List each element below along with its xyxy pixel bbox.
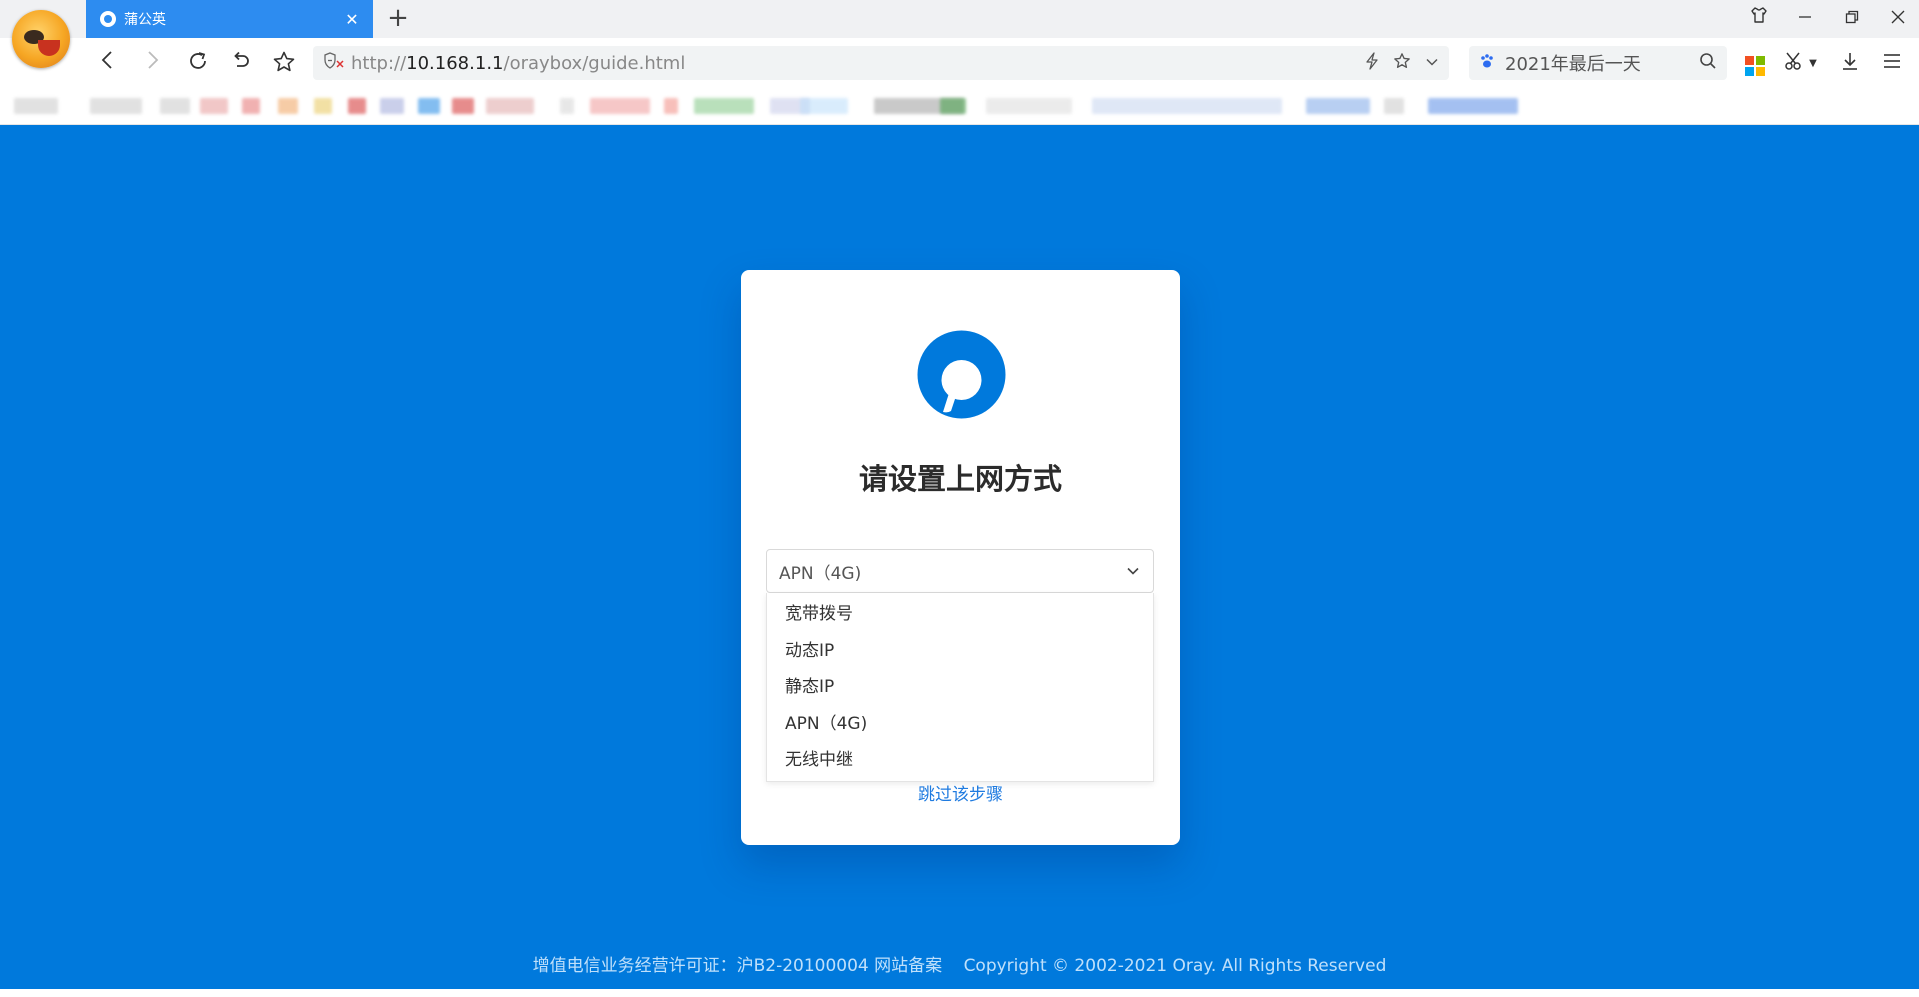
- option-apn-4g[interactable]: APN（4G): [767, 706, 1153, 743]
- bookmark-item[interactable]: [940, 98, 966, 114]
- bookmark-item[interactable]: [1384, 98, 1404, 114]
- bookmark-item[interactable]: [590, 98, 650, 114]
- lightning-icon[interactable]: [1365, 52, 1379, 74]
- scissors-dropdown-icon[interactable]: ▼: [1806, 50, 1820, 78]
- bookmark-item[interactable]: [560, 98, 574, 114]
- skip-step-link[interactable]: 跳过该步骤: [741, 780, 1180, 805]
- apps-grid-icon[interactable]: [1741, 50, 1769, 78]
- option-wireless-relay[interactable]: 无线中继: [767, 742, 1153, 779]
- bookmark-item[interactable]: [200, 98, 228, 114]
- option-pppoe[interactable]: 宽带拨号: [767, 596, 1153, 633]
- bookmark-item[interactable]: [1306, 98, 1370, 114]
- chevron-down-icon[interactable]: [1125, 563, 1141, 579]
- chevron-down-icon[interactable]: [1425, 54, 1439, 73]
- bookmark-item[interactable]: [14, 98, 58, 114]
- dandelion-favicon-icon: [100, 11, 116, 27]
- bookmark-star-button[interactable]: [270, 50, 298, 78]
- footer: 增值电信业务经营许可证：沪B2-20100004 网站备案 Copyright …: [0, 951, 1919, 976]
- bookmark-item[interactable]: [694, 98, 754, 114]
- bookmark-item[interactable]: [160, 98, 190, 114]
- minimize-button[interactable]: [1790, 6, 1820, 32]
- restore-button[interactable]: [1837, 6, 1867, 32]
- license-link[interactable]: 增值电信业务经营许可证：沪B2-20100004 网站备案: [533, 956, 943, 976]
- bookmark-item[interactable]: [314, 98, 332, 114]
- bookmark-item[interactable]: [664, 98, 678, 114]
- bookmark-item[interactable]: [278, 98, 298, 114]
- bookmark-item[interactable]: [1428, 98, 1518, 114]
- bookmark-item[interactable]: [486, 98, 534, 114]
- connection-type-dropdown: 宽带拨号 动态IP 静态IP APN（4G) 无线中继: [766, 593, 1154, 782]
- screenshot-scissors-icon[interactable]: [1780, 50, 1808, 78]
- bookmark-item[interactable]: [380, 98, 404, 114]
- address-bar[interactable]: http://10.168.1.1/oraybox/guide.html: [313, 46, 1449, 80]
- browser-tab-bar: 蒲公英 ✕ +: [0, 0, 1919, 38]
- close-window-button[interactable]: [1883, 6, 1913, 32]
- option-dhcp[interactable]: 动态IP: [767, 633, 1153, 670]
- bottom-strip: [0, 989, 1919, 997]
- new-tab-button[interactable]: +: [384, 4, 412, 32]
- skin-icon[interactable]: [1744, 6, 1774, 32]
- page-background: 请设置上网方式 APN（4G) 宽带拨号 动态IP 静态IP APN（4G) 无…: [0, 125, 1919, 989]
- forward-button[interactable]: [138, 50, 166, 78]
- insecure-shield-icon[interactable]: [323, 52, 345, 74]
- favorite-star-icon[interactable]: [1393, 52, 1411, 74]
- copyright-text: Copyright © 2002-2021 Oray. All Rights R…: [963, 956, 1387, 976]
- connection-type-select[interactable]: APN（4G): [766, 549, 1154, 593]
- select-value: APN（4G): [779, 563, 862, 584]
- dandelion-logo-icon: [917, 330, 1006, 419]
- url-text[interactable]: http://10.168.1.1/oraybox/guide.html: [351, 53, 1351, 74]
- baidu-paw-icon: [1479, 53, 1495, 73]
- search-box[interactable]: [1469, 46, 1727, 80]
- reload-button[interactable]: [184, 50, 212, 78]
- search-input[interactable]: [1503, 51, 1699, 75]
- back-button[interactable]: [94, 50, 122, 78]
- tab-active[interactable]: 蒲公英 ✕: [86, 0, 373, 38]
- browser-logo-icon[interactable]: [12, 10, 70, 68]
- setup-card: 请设置上网方式 APN（4G) 宽带拨号 动态IP 静态IP APN（4G) 无…: [741, 270, 1180, 845]
- search-icon[interactable]: [1699, 52, 1717, 75]
- url-scheme: http://: [351, 52, 407, 74]
- url-path: /oraybox/guide.html: [503, 52, 686, 74]
- bookmark-item[interactable]: [242, 98, 260, 114]
- bookmarks-bar: [0, 88, 1919, 125]
- bookmark-item[interactable]: [1092, 98, 1282, 114]
- undo-close-button[interactable]: [227, 50, 255, 78]
- tab-title: 蒲公英: [124, 12, 166, 28]
- bookmark-item[interactable]: [348, 98, 366, 114]
- option-static-ip[interactable]: 静态IP: [767, 669, 1153, 706]
- bookmark-item[interactable]: [452, 98, 474, 114]
- menu-icon[interactable]: [1878, 50, 1906, 78]
- page-title: 请设置上网方式: [858, 462, 1062, 496]
- tab-close-icon[interactable]: ✕: [343, 10, 361, 29]
- url-host: 10.168.1.1: [406, 52, 504, 74]
- bookmark-item[interactable]: [418, 98, 440, 114]
- browser-nav-bar: http://10.168.1.1/oraybox/guide.html ▼: [0, 38, 1919, 88]
- bookmark-item[interactable]: [800, 98, 848, 114]
- bookmark-item[interactable]: [90, 98, 142, 114]
- bookmark-item[interactable]: [986, 98, 1072, 114]
- download-icon[interactable]: [1836, 50, 1864, 78]
